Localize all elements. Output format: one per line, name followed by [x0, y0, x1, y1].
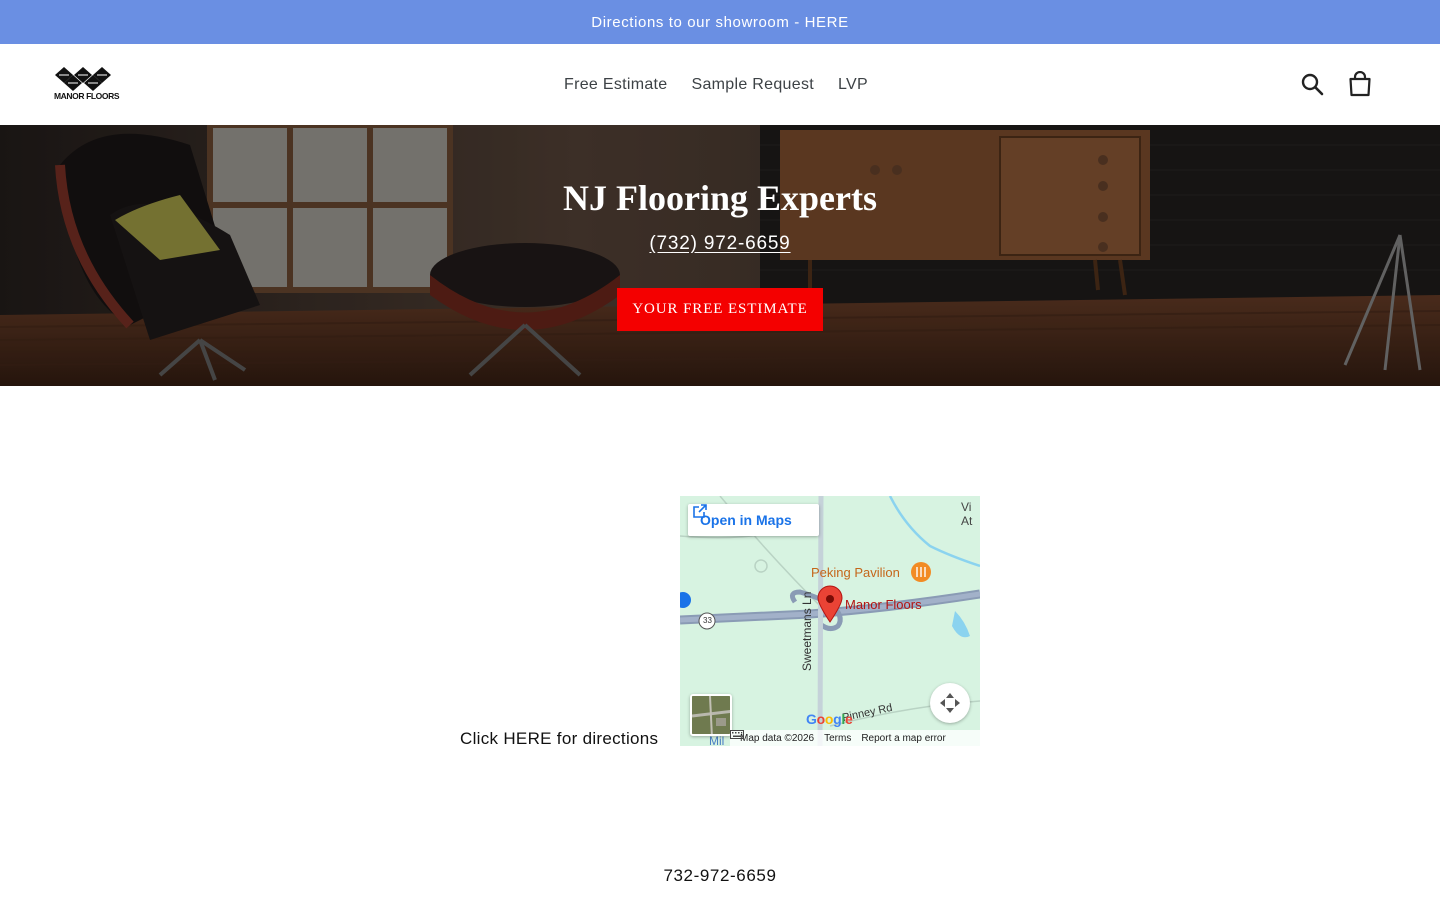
site-header: MANOR FLOORS Free Estimate Sample Reques… — [0, 44, 1440, 125]
google-logo: Google — [806, 711, 853, 727]
hero-phone-link[interactable]: (732) 972-6659 — [649, 233, 790, 254]
nav-free-estimate[interactable]: Free Estimate — [552, 73, 680, 97]
hero-phone: (732) 972-6659 — [0, 233, 1440, 255]
nav-lvp[interactable]: LVP — [826, 73, 880, 97]
search-button[interactable] — [1298, 70, 1326, 98]
map-satellite-toggle[interactable] — [690, 694, 732, 736]
cart-icon — [1349, 71, 1371, 97]
announcement-text[interactable]: Directions to our showroom - HERE — [591, 14, 848, 31]
map-report-error-link[interactable]: Report a map error — [861, 733, 945, 744]
map-label-corner-top: Vi — [961, 500, 972, 514]
manor-floors-logo[interactable]: MANOR FLOORS — [54, 66, 120, 102]
logo-diamonds-icon — [55, 67, 111, 91]
fullscreen-arrows-icon — [940, 693, 960, 713]
map-fullscreen-button[interactable] — [930, 683, 970, 723]
directions-link[interactable]: Click HERE for directions — [460, 729, 658, 749]
logo-text: MANOR FLOORS — [54, 91, 120, 101]
open-in-maps-label[interactable]: Open in Maps — [700, 512, 792, 528]
open-in-maps-button[interactable]: Open in Maps — [688, 504, 819, 536]
map-label-corner-top2: At — [961, 514, 973, 528]
announcement-bar[interactable]: Directions to our showroom - HERE — [0, 0, 1440, 44]
map-terms-link[interactable]: Terms — [824, 733, 851, 744]
hero-overlay — [0, 125, 1440, 386]
keyboard-icon — [730, 730, 744, 739]
map-footer: Map data ©2026 Terms Report a map error — [730, 730, 980, 746]
nav-sample-request[interactable]: Sample Request — [680, 73, 827, 97]
free-estimate-button[interactable]: YOUR FREE ESTIMATE — [617, 288, 823, 331]
satellite-thumbnail-icon — [692, 696, 730, 734]
cart-button[interactable] — [1346, 70, 1374, 98]
map-data-attribution: Map data ©2026 — [740, 732, 815, 744]
map-label-restaurant[interactable]: Peking Pavilion — [811, 565, 900, 580]
main-nav: Free Estimate Sample Request LVP — [552, 73, 880, 97]
map-route-shield: 33 — [703, 616, 712, 625]
footer-phone[interactable]: 732-972-6659 — [0, 866, 1440, 886]
hero-title: NJ Flooring Experts — [563, 178, 877, 218]
search-icon — [1301, 73, 1324, 96]
hero-banner: NJ Flooring Experts (732) 972-6659 YOUR … — [0, 125, 1440, 386]
google-map-embed[interactable]: Open in Maps Peking Pavilion Manor Floor… — [680, 496, 980, 746]
external-link-icon — [693, 504, 707, 518]
map-label-business[interactable]: Manor Floors — [845, 597, 922, 612]
map-label-street: Sweetmans Ln — [800, 591, 814, 671]
